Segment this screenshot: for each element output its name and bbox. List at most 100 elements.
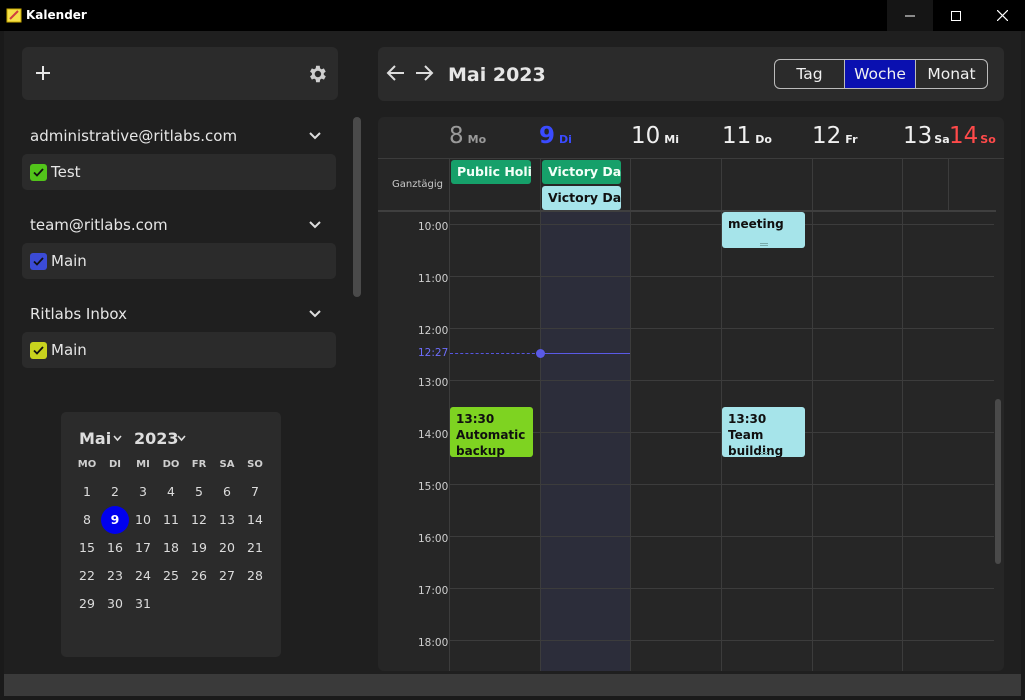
mini-day[interactable]: 25 xyxy=(157,562,185,590)
sidebar-toolbar xyxy=(22,47,338,100)
page-title: Mai 2023 xyxy=(448,64,546,86)
arrow-left-icon[interactable] xyxy=(386,64,406,82)
hour-label: 15:00 xyxy=(418,481,449,493)
check-icon xyxy=(33,346,44,355)
mini-calendar: Mai 2023 MO DI MI DO FR SA SO 1 2 3 4 5 6 7 8 9 10 11 12 13… xyxy=(61,412,281,657)
view-day-button[interactable]: Tag xyxy=(775,60,845,88)
mini-day[interactable]: 27 xyxy=(213,562,241,590)
mini-weekday: MI xyxy=(136,459,150,470)
hour-label: 11:00 xyxy=(418,273,449,285)
mini-day[interactable]: 19 xyxy=(185,534,213,562)
maximize-button[interactable] xyxy=(933,0,979,31)
day-header-fr[interactable]: 12 Fr xyxy=(812,123,858,149)
view-switcher: Tag Woche Monat xyxy=(774,59,988,89)
mini-day[interactable]: 4 xyxy=(157,478,185,506)
mini-day[interactable]: 20 xyxy=(213,534,241,562)
event-meeting[interactable]: meeting xyxy=(722,212,805,248)
mini-day[interactable]: 22 xyxy=(73,562,101,590)
chevron-down-icon[interactable] xyxy=(308,131,322,141)
check-icon xyxy=(33,168,44,177)
day-divider xyxy=(630,158,631,671)
mini-day[interactable]: 24 xyxy=(129,562,157,590)
account-header-team[interactable]: team@ritlabs.com xyxy=(22,210,336,242)
chevron-down-icon[interactable] xyxy=(308,309,322,319)
account-email: Ritlabs Inbox xyxy=(30,305,127,323)
day-header-do[interactable]: 11 Do xyxy=(722,123,772,149)
current-time-line xyxy=(540,353,630,354)
event-victory-day-1[interactable]: Victory Day xyxy=(542,160,621,184)
day-header-mi[interactable]: 10 Mi xyxy=(631,123,679,149)
mini-day[interactable]: 26 xyxy=(185,562,213,590)
calendar-name: Main xyxy=(51,341,87,359)
event-public-holiday[interactable]: Public Holi... xyxy=(451,160,531,184)
day-header-di[interactable]: 9 Di xyxy=(539,123,572,149)
arrow-right-icon[interactable] xyxy=(414,64,434,82)
mini-day[interactable]: 10 xyxy=(129,506,157,534)
mini-day[interactable]: 21 xyxy=(241,534,269,562)
mini-day[interactable]: 17 xyxy=(129,534,157,562)
add-event-button[interactable] xyxy=(32,60,54,86)
mini-day[interactable]: 31 xyxy=(129,590,157,618)
mini-day[interactable]: 8 xyxy=(73,506,101,534)
calendar-item-main-team[interactable]: Main xyxy=(22,243,336,279)
event-team-building[interactable]: 13:30 Team building xyxy=(722,407,805,457)
current-time-guide xyxy=(450,353,540,354)
calendar-checkbox[interactable] xyxy=(30,342,47,359)
calendar-header: Mai 2023 Tag Woche Monat xyxy=(378,47,1004,101)
mini-day[interactable]: 12 xyxy=(185,506,213,534)
mini-day-selected[interactable]: 9 xyxy=(101,506,129,534)
event-automatic-backup[interactable]: 13:30 Automatic backup xyxy=(450,407,533,457)
mini-day[interactable]: 14 xyxy=(241,506,269,534)
mini-day[interactable]: 7 xyxy=(241,478,269,506)
mini-day[interactable]: 6 xyxy=(213,478,241,506)
hour-line xyxy=(450,536,994,537)
account-header-ritlabs-inbox[interactable]: Ritlabs Inbox xyxy=(22,299,336,331)
mini-day[interactable]: 30 xyxy=(101,590,129,618)
mini-day[interactable]: 18 xyxy=(157,534,185,562)
sidebar-scrollbar[interactable] xyxy=(353,117,361,297)
mini-day[interactable]: 1 xyxy=(73,478,101,506)
account-header-administrative[interactable]: administrative@ritlabs.com xyxy=(22,121,336,153)
mini-calendar-month[interactable]: Mai xyxy=(79,429,111,448)
mini-day[interactable]: 23 xyxy=(101,562,129,590)
chevron-down-icon[interactable] xyxy=(113,435,122,442)
minimize-button[interactable] xyxy=(887,0,933,31)
day-header-so[interactable]: 14 So xyxy=(949,123,996,149)
chevron-down-icon[interactable] xyxy=(177,435,186,442)
mini-day[interactable]: 3 xyxy=(129,478,157,506)
mini-weekday: DO xyxy=(162,459,180,470)
maximize-icon xyxy=(951,10,961,21)
calendar-item-test[interactable]: Test xyxy=(22,154,336,190)
hour-label: 12:00 xyxy=(418,325,449,337)
view-week-button[interactable]: Woche xyxy=(845,60,916,88)
resize-handle[interactable] xyxy=(759,452,768,455)
calendar-checkbox[interactable] xyxy=(30,164,47,181)
close-button[interactable] xyxy=(979,0,1025,31)
mini-day[interactable]: 2 xyxy=(101,478,129,506)
mini-day[interactable]: 29 xyxy=(73,590,101,618)
event-victory-day-2[interactable]: Victory Day xyxy=(542,186,621,210)
calendar-item-main-inbox[interactable]: Main xyxy=(22,332,336,368)
close-icon xyxy=(996,10,1008,21)
week-scrollbar[interactable] xyxy=(995,399,1001,564)
chevron-down-icon[interactable] xyxy=(308,220,322,230)
mini-day[interactable]: 28 xyxy=(241,562,269,590)
resize-handle[interactable] xyxy=(759,243,768,246)
mini-day[interactable]: 16 xyxy=(101,534,129,562)
day-header-sa[interactable]: 13 Sa xyxy=(903,123,950,149)
allday-label: Ganztägig xyxy=(392,179,443,190)
mini-calendar-year[interactable]: 2023 xyxy=(134,429,179,448)
mini-day[interactable]: 15 xyxy=(73,534,101,562)
day-header-mo[interactable]: 8 Mo xyxy=(449,123,486,149)
mini-day[interactable]: 11 xyxy=(157,506,185,534)
gear-icon[interactable] xyxy=(306,63,328,85)
window-title: Kalender xyxy=(26,8,87,22)
view-month-button[interactable]: Monat xyxy=(916,60,987,88)
mini-day[interactable]: 13 xyxy=(213,506,241,534)
hour-line xyxy=(450,484,994,485)
calendar-checkbox[interactable] xyxy=(30,253,47,270)
mini-day[interactable]: 5 xyxy=(185,478,213,506)
day-divider xyxy=(540,158,541,671)
event-title: 13:30 Automatic backup xyxy=(456,412,526,457)
hour-label: 13:00 xyxy=(418,377,449,389)
